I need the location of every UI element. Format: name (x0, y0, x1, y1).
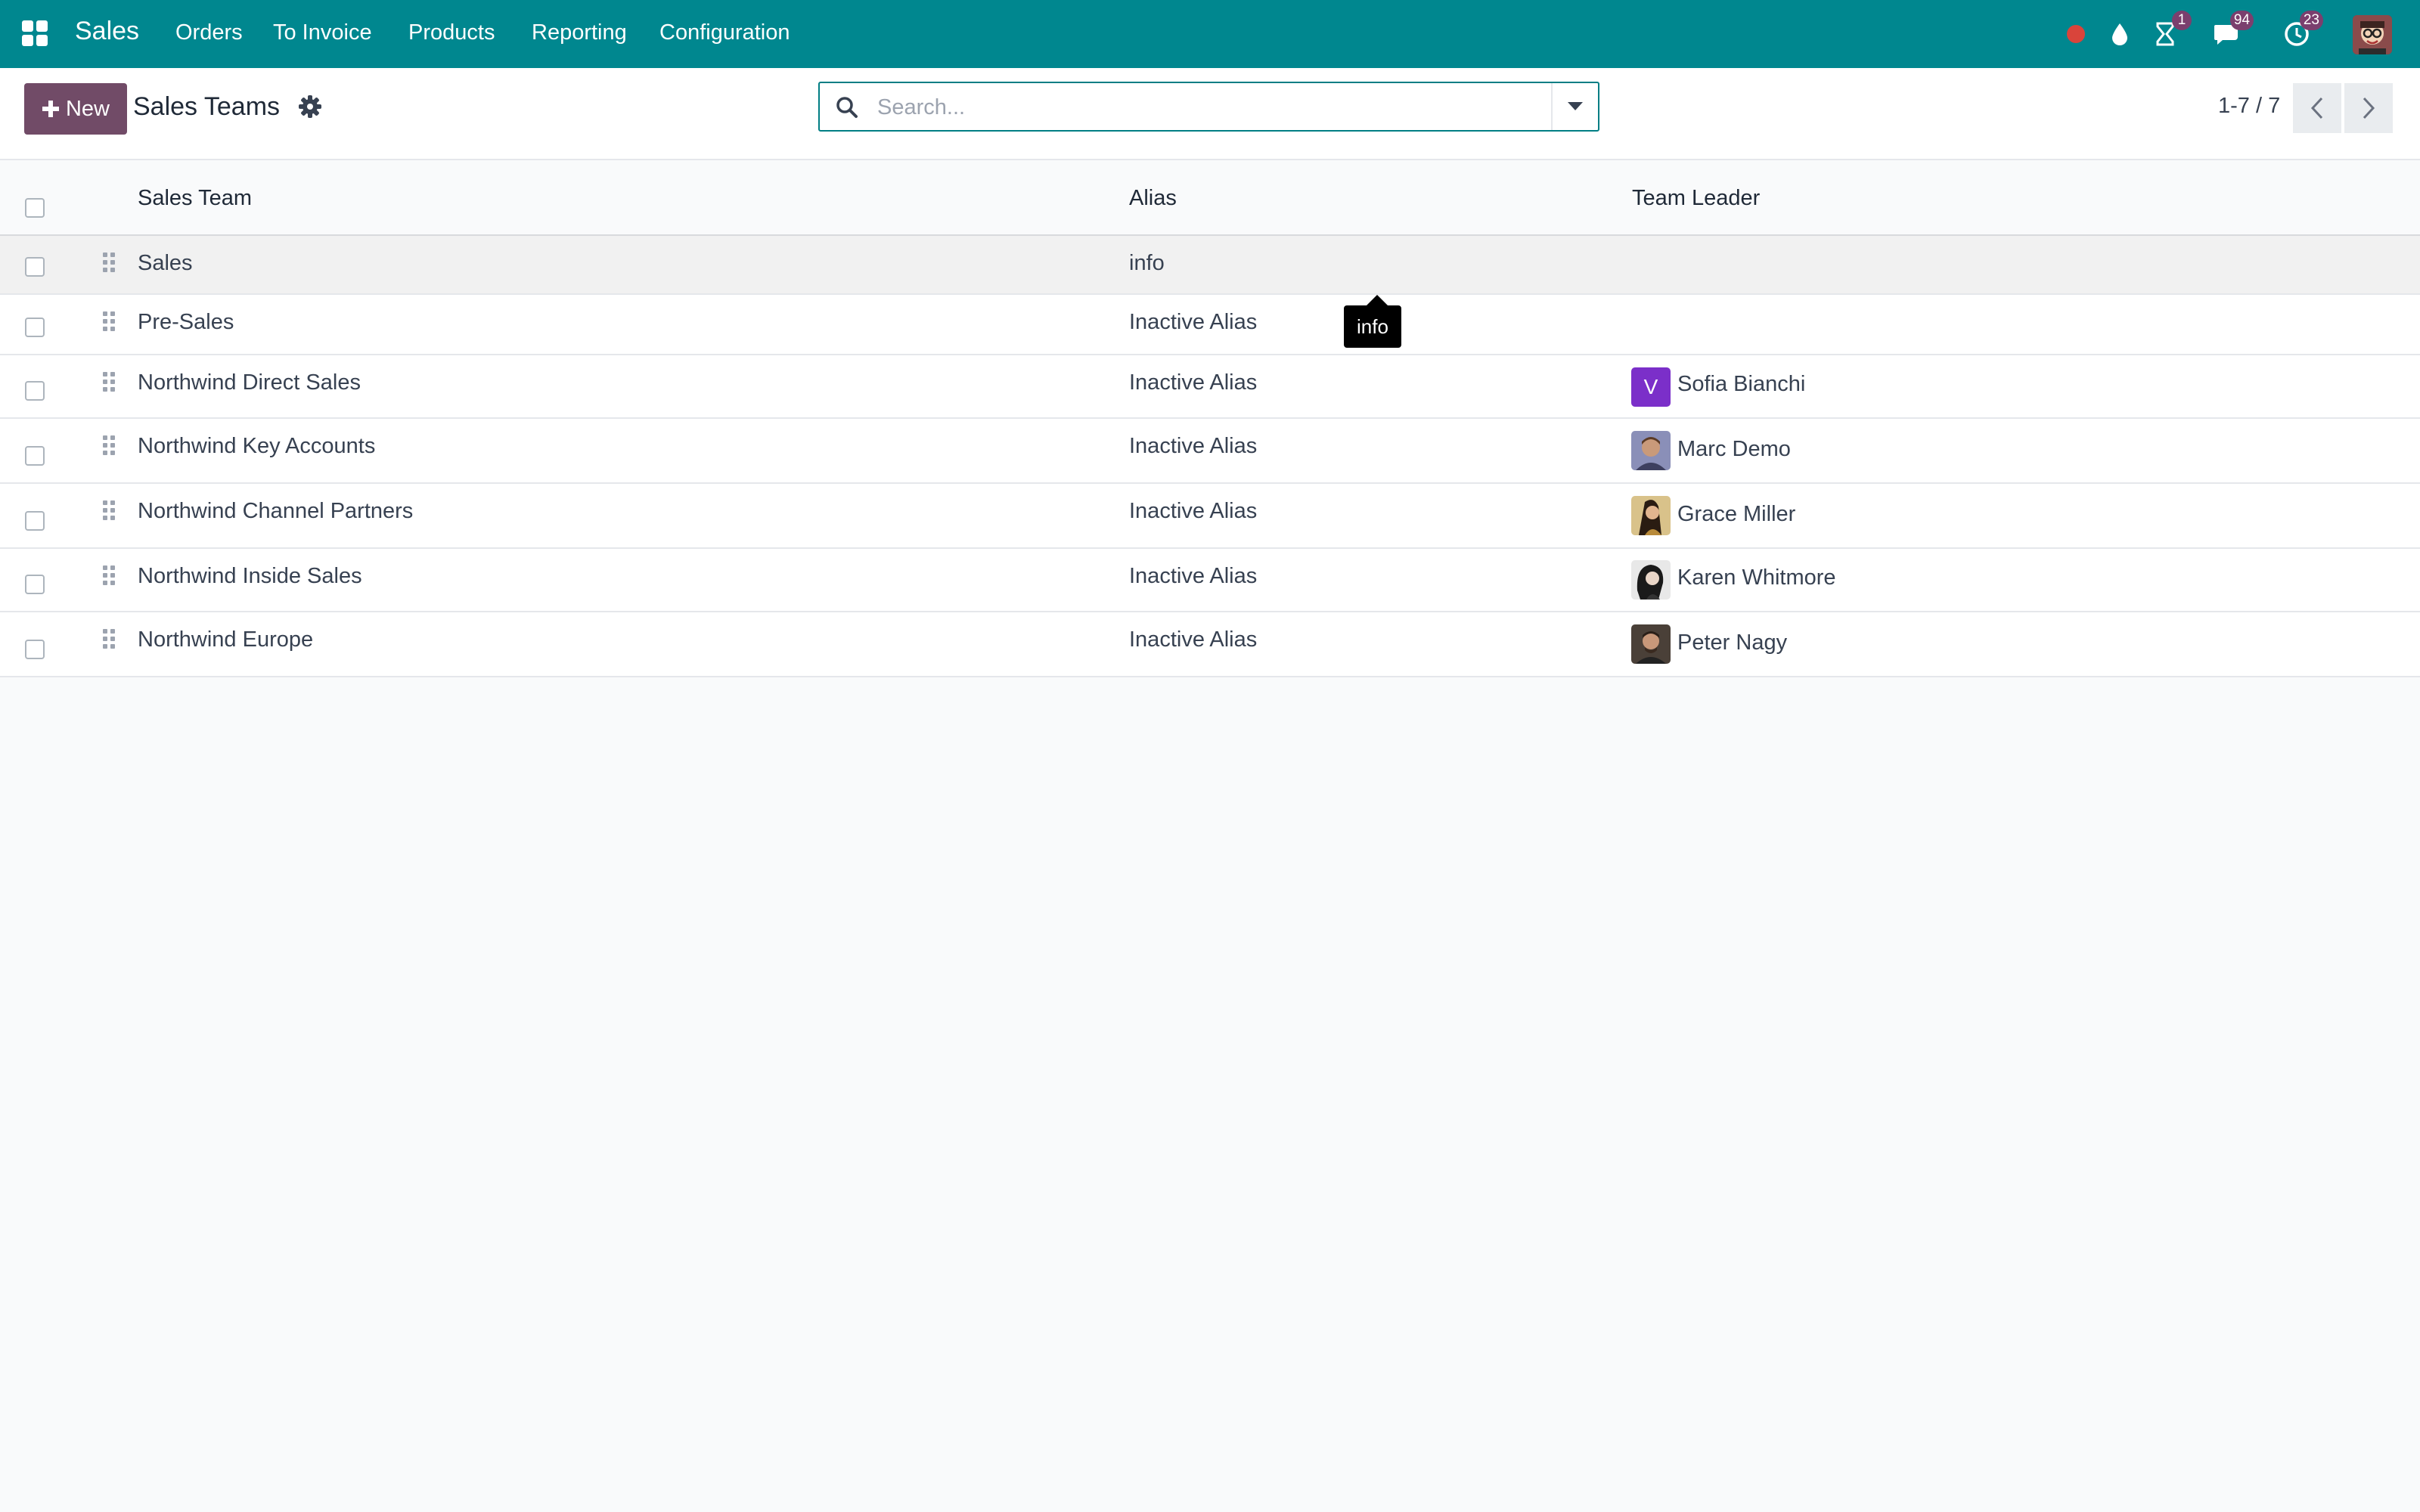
user-avatar[interactable] (2353, 15, 2392, 54)
chevron-right-icon (2363, 97, 2375, 119)
search-icon (836, 97, 858, 118)
chevron-left-icon (2310, 97, 2323, 119)
leader-avatar (1631, 624, 1671, 664)
row-checkbox[interactable] (25, 257, 45, 277)
row-checkbox[interactable] (25, 640, 45, 659)
leader-avatar (1631, 431, 1671, 470)
leader-avatar (1631, 496, 1671, 535)
menu-to-invoice[interactable]: To Invoice (273, 20, 372, 45)
team-leader-name[interactable]: Peter Nagy (1677, 631, 1787, 655)
search-input[interactable] (876, 88, 1544, 127)
menu-configuration[interactable]: Configuration (659, 20, 790, 45)
leader-avatar: V (1631, 367, 1671, 407)
drag-handle-icon[interactable] (103, 629, 118, 653)
row-checkbox[interactable] (25, 511, 45, 531)
menu-orders[interactable]: Orders (175, 20, 243, 45)
pager-next-button[interactable] (2344, 83, 2393, 133)
recording-dot-icon[interactable] (2059, 17, 2093, 51)
team-name: Northwind Europe (138, 627, 314, 652)
row-checkbox[interactable] (25, 381, 45, 401)
messages-badge: 94 (2229, 11, 2254, 30)
column-alias[interactable]: Alias (1129, 186, 1177, 211)
gear-icon[interactable] (299, 95, 321, 118)
table-row[interactable]: Northwind Direct Sales Inactive Alias V … (0, 355, 2420, 419)
caret-down-icon (1568, 102, 1583, 110)
select-all-checkbox[interactable] (25, 198, 45, 218)
drag-handle-icon[interactable] (103, 500, 118, 525)
updates-badge: 23 (2299, 11, 2323, 30)
drag-handle-icon[interactable] (103, 435, 118, 460)
new-button[interactable]: New (24, 83, 127, 135)
pager-previous-button[interactable] (2293, 83, 2341, 133)
activity-hourglass-icon[interactable]: 1 (2148, 11, 2192, 51)
team-alias: Inactive Alias (1129, 310, 1258, 334)
messages-icon[interactable]: 94 (2210, 11, 2254, 51)
column-sales-team[interactable]: Sales Team (138, 186, 252, 211)
column-team-leader[interactable]: Team Leader (1632, 186, 1760, 211)
plus-icon (42, 101, 59, 117)
drag-handle-icon[interactable] (103, 372, 118, 396)
drag-handle-icon[interactable] (103, 565, 118, 590)
team-name: Northwind Key Accounts (138, 434, 376, 458)
team-alias: Inactive Alias (1129, 564, 1258, 588)
search-options-toggle[interactable] (1551, 83, 1598, 130)
activity-badge: 1 (2172, 11, 2192, 30)
list-header: Sales Team Alias Team Leader (0, 160, 2420, 236)
row-checkbox[interactable] (25, 318, 45, 337)
new-button-label: New (65, 96, 110, 121)
table-row[interactable]: Northwind Key Accounts Inactive Alias Ma… (0, 419, 2420, 484)
pager-value[interactable]: 1-7 / 7 (2218, 94, 2280, 119)
top-navbar: Sales Orders To Invoice Products Reporti… (0, 0, 2420, 68)
team-alias: Inactive Alias (1129, 499, 1258, 523)
droplet-icon[interactable] (2102, 17, 2137, 51)
team-leader-name[interactable]: Karen Whitmore (1677, 565, 1836, 590)
table-row[interactable]: Pre-Sales Inactive Alias (0, 295, 2420, 355)
team-alias: Inactive Alias (1129, 434, 1258, 458)
team-name: Sales (138, 251, 193, 275)
team-name: Northwind Channel Partners (138, 499, 414, 523)
page-title: Sales Teams (133, 92, 281, 121)
table-row[interactable]: Northwind Channel Partners Inactive Alia… (0, 484, 2420, 549)
table-row[interactable]: Northwind Europe Inactive Alias Peter Na… (0, 612, 2420, 677)
team-leader-name[interactable]: Marc Demo (1677, 437, 1791, 462)
table-row[interactable]: Northwind Inside Sales Inactive Alias Ka… (0, 549, 2420, 612)
leader-avatar (1631, 560, 1671, 600)
apps-menu-icon[interactable] (22, 20, 48, 46)
team-alias: info (1129, 251, 1165, 275)
row-checkbox[interactable] (25, 575, 45, 594)
menu-reporting[interactable]: Reporting (532, 20, 627, 45)
team-leader-name[interactable]: Grace Miller (1677, 502, 1795, 527)
control-panel: New Sales Teams 1-7 / 7 (0, 68, 2420, 160)
team-name: Northwind Inside Sales (138, 564, 362, 588)
team-name: Northwind Direct Sales (138, 370, 361, 395)
alias-tooltip: info (1344, 295, 1401, 348)
menu-products[interactable]: Products (408, 20, 495, 45)
team-leader-name[interactable]: Sofia Bianchi (1677, 372, 1805, 397)
team-name: Pre-Sales (138, 310, 234, 334)
updates-clock-icon[interactable]: 23 (2279, 11, 2323, 51)
drag-handle-icon[interactable] (103, 253, 118, 277)
row-checkbox[interactable] (25, 446, 45, 466)
app-name[interactable]: Sales (75, 17, 139, 46)
search-bar (818, 82, 1599, 132)
team-alias: Inactive Alias (1129, 627, 1258, 652)
drag-handle-icon[interactable] (103, 311, 118, 336)
team-alias: Inactive Alias (1129, 370, 1258, 395)
table-row[interactable]: Sales info (0, 236, 2420, 295)
